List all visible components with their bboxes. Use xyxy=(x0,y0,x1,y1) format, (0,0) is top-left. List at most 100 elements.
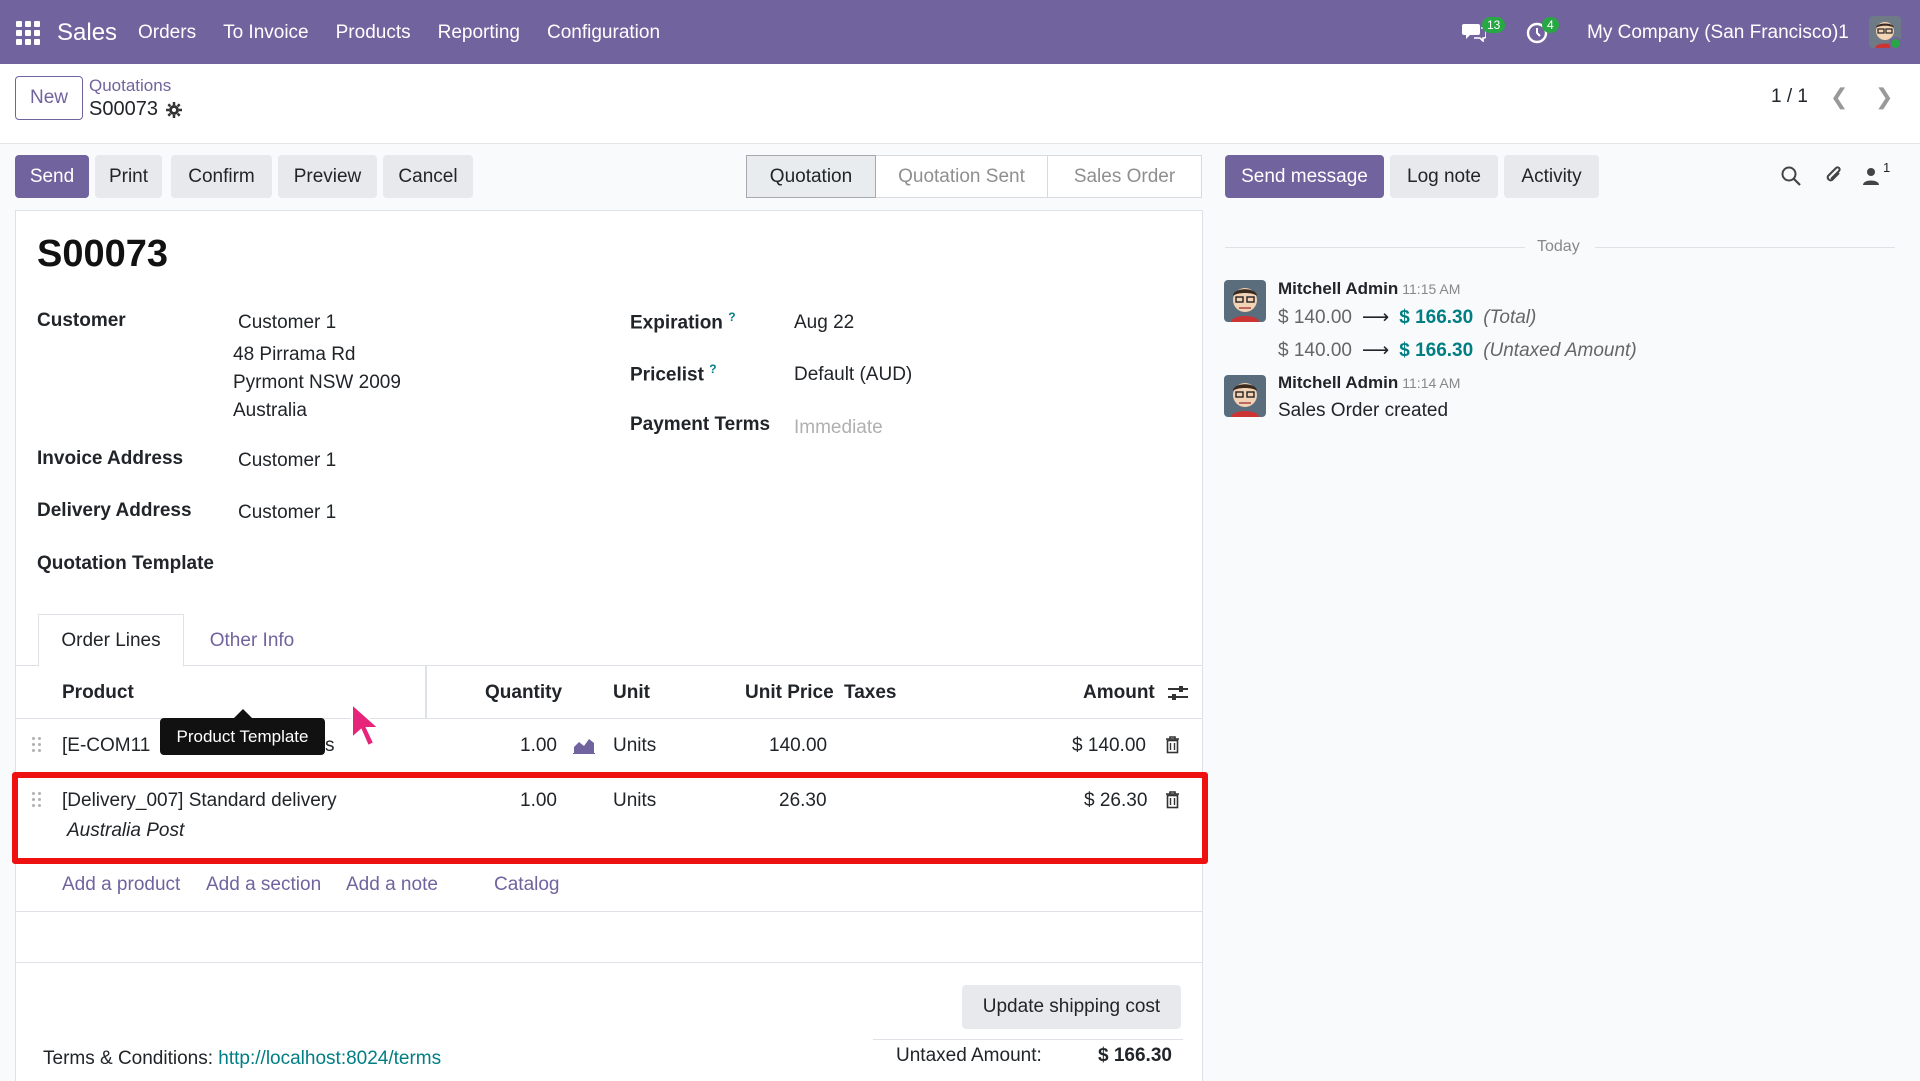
apps-grid-icon[interactable] xyxy=(16,21,40,45)
drag-handle-icon[interactable] xyxy=(32,737,42,753)
add-product-link[interactable]: Add a product xyxy=(62,874,180,896)
expiration-field[interactable]: Aug 22 xyxy=(794,312,854,334)
tooltip: Product Template xyxy=(160,709,325,755)
send-button[interactable]: Send xyxy=(15,155,89,198)
terms-label: Terms & Conditions: xyxy=(43,1048,214,1069)
status-quotation[interactable]: Quotation xyxy=(746,155,876,198)
followers-icon[interactable] xyxy=(1862,165,1880,187)
column-taxes[interactable]: Taxes xyxy=(844,682,896,704)
trash-icon[interactable] xyxy=(1165,736,1180,754)
gear-icon[interactable] xyxy=(165,101,182,118)
column-product[interactable]: Product xyxy=(62,682,134,704)
online-status-dot xyxy=(1889,37,1902,50)
column-resize-handle[interactable] xyxy=(425,666,427,718)
main-menu: Orders To Invoice Products Reporting Con… xyxy=(138,22,687,44)
add-section-link[interactable]: Add a section xyxy=(206,874,321,896)
menu-to-invoice[interactable]: To Invoice xyxy=(223,22,309,44)
customer-address-line2: Pyrmont NSW 2009 xyxy=(233,372,401,393)
tab-other-info[interactable]: Other Info xyxy=(202,614,302,667)
payment-terms-field[interactable]: Immediate xyxy=(794,417,883,439)
column-unit-price[interactable]: Unit Price xyxy=(745,682,834,704)
highlight-annotation-box xyxy=(12,772,1208,864)
terms-conditions: Terms & Conditions: http://localhost:802… xyxy=(43,1048,441,1070)
message-author[interactable]: Mitchell Admin 11:15 AM xyxy=(1278,279,1460,299)
forecast-chart-icon[interactable] xyxy=(573,737,595,754)
cancel-button[interactable]: Cancel xyxy=(383,155,473,198)
column-unit[interactable]: Unit xyxy=(613,682,650,704)
activities-badge: 4 xyxy=(1542,17,1559,33)
status-bar: Quotation Quotation Sent Sales Order xyxy=(746,155,1202,198)
chevron-left-icon[interactable]: ❮ xyxy=(1830,84,1848,110)
menu-reporting[interactable]: Reporting xyxy=(438,22,520,44)
order-lines-header: Product Quantity Unit Unit Price Taxes A… xyxy=(15,666,1203,719)
company-switcher[interactable]: My Company (San Francisco)1 xyxy=(1587,22,1849,44)
product-cell-tail[interactable]: s xyxy=(325,735,335,757)
update-shipping-cost-button[interactable]: Update shipping cost xyxy=(962,985,1181,1029)
followers-count: 1 xyxy=(1883,160,1891,175)
arrow-right-icon: ⟶ xyxy=(1361,307,1390,328)
message-body: Sales Order created xyxy=(1278,400,1449,421)
invoice-address-field[interactable]: Customer 1 xyxy=(238,450,336,472)
payment-terms-label: Payment Terms xyxy=(630,414,771,435)
status-quotation-sent[interactable]: Quotation Sent xyxy=(876,155,1048,198)
untaxed-amount-value: $ 166.30 xyxy=(1098,1045,1172,1066)
notebook-tabs: Order Lines Other Info xyxy=(15,614,1203,667)
pager-value[interactable]: 1 / 1 xyxy=(1771,86,1808,108)
tracking-value: $ 140.00 ⟶ $ 166.30 (Total) xyxy=(1278,306,1537,329)
column-quantity[interactable]: Quantity xyxy=(485,682,562,704)
tab-order-lines[interactable]: Order Lines xyxy=(38,614,184,667)
unit-price-cell[interactable]: 140.00 xyxy=(769,735,827,757)
column-amount[interactable]: Amount xyxy=(1083,682,1155,704)
mouse-cursor-icon xyxy=(351,702,382,748)
confirm-button[interactable]: Confirm xyxy=(171,155,272,198)
delivery-address-label: Delivery Address xyxy=(37,500,192,521)
control-panel: New Quotations S00073 1 / 1 ❮ ❯ xyxy=(0,64,1920,144)
search-icon[interactable] xyxy=(1780,165,1802,187)
customer-field[interactable]: Customer 1 xyxy=(238,312,336,334)
totals-divider xyxy=(873,1039,1183,1040)
menu-configuration[interactable]: Configuration xyxy=(547,22,660,44)
breadcrumb: Quotations xyxy=(89,76,171,96)
add-note-link[interactable]: Add a note xyxy=(346,874,438,896)
pricelist-field[interactable]: Default (AUD) xyxy=(794,364,912,386)
record-name: S00073 xyxy=(89,98,158,120)
preview-button[interactable]: Preview xyxy=(278,155,377,198)
paperclip-icon[interactable] xyxy=(1823,165,1845,187)
expiration-label: Expiration ? xyxy=(630,310,736,334)
pricelist-label: Pricelist ? xyxy=(630,362,717,386)
amount-cell: $ 140.00 xyxy=(1072,735,1146,756)
app-name[interactable]: Sales xyxy=(57,19,117,47)
message-author[interactable]: Mitchell Admin 11:14 AM xyxy=(1278,373,1460,393)
message-time: 11:14 AM xyxy=(1402,375,1461,391)
today-separator: Today xyxy=(1537,238,1580,255)
messages-badge: 13 xyxy=(1482,17,1506,33)
avatar[interactable] xyxy=(1224,375,1266,417)
unit-cell[interactable]: Units xyxy=(613,735,656,757)
catalog-link[interactable]: Catalog xyxy=(494,874,560,896)
page-title: S00073 xyxy=(37,233,169,275)
action-bar: Send Print Confirm Preview Cancel Quotat… xyxy=(0,144,1920,210)
menu-products[interactable]: Products xyxy=(336,22,411,44)
avatar[interactable] xyxy=(1224,280,1266,322)
product-cell[interactable]: [E-COM11 xyxy=(62,735,150,757)
chevron-right-icon[interactable]: ❯ xyxy=(1875,84,1893,110)
divider xyxy=(1225,247,1525,248)
help-icon[interactable]: ? xyxy=(709,362,716,376)
terms-link[interactable]: http://localhost:8024/terms xyxy=(218,1048,441,1069)
divider xyxy=(15,962,1203,963)
quotation-template-label: Quotation Template xyxy=(37,553,214,574)
send-message-button[interactable]: Send message xyxy=(1225,155,1384,198)
status-sales-order[interactable]: Sales Order xyxy=(1048,155,1202,198)
log-note-button[interactable]: Log note xyxy=(1390,155,1498,198)
breadcrumb-quotations[interactable]: Quotations xyxy=(89,76,171,95)
invoice-address-label: Invoice Address xyxy=(37,448,184,469)
optional-columns-icon[interactable] xyxy=(1168,684,1188,702)
delivery-address-field[interactable]: Customer 1 xyxy=(238,502,336,524)
quantity-cell[interactable]: 1.00 xyxy=(520,735,557,757)
menu-orders[interactable]: Orders xyxy=(138,22,196,44)
tracking-value: $ 140.00 ⟶ $ 166.30 (Untaxed Amount) xyxy=(1278,339,1637,362)
new-button[interactable]: New xyxy=(15,76,83,120)
activity-button[interactable]: Activity xyxy=(1504,155,1599,198)
help-icon[interactable]: ? xyxy=(728,310,735,324)
print-button[interactable]: Print xyxy=(95,155,162,198)
